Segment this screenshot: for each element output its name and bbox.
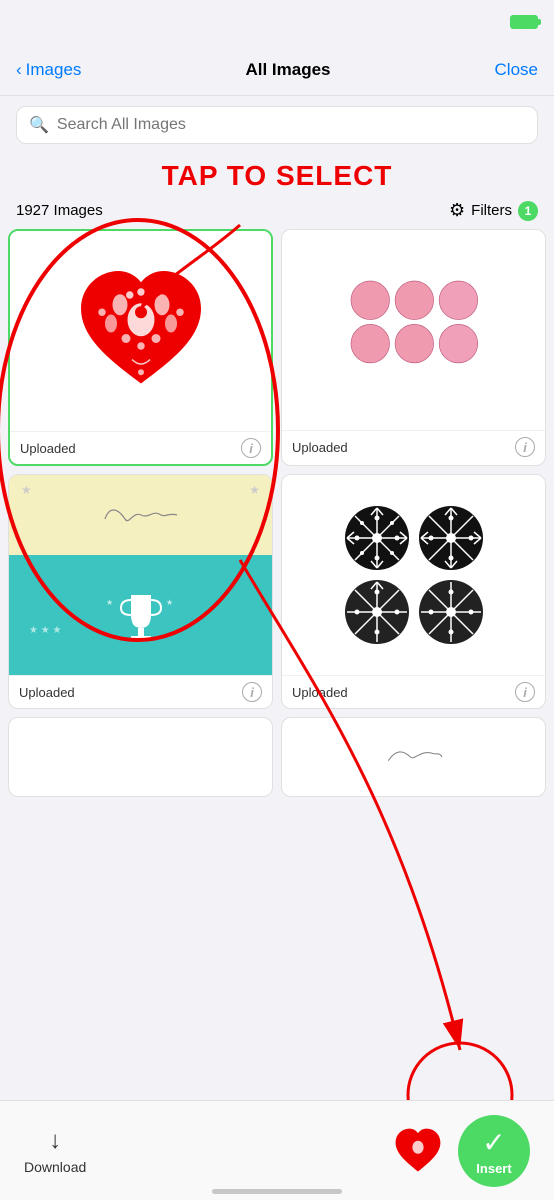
- count-row: 1927 Images ⚙ Filters 1: [0, 194, 554, 229]
- snowflake-svg-3: [342, 577, 412, 647]
- partial-card-svg: [384, 746, 444, 768]
- back-button[interactable]: ‹ Images: [16, 60, 81, 80]
- snowflake-2: [416, 503, 486, 573]
- status-bar: [0, 0, 554, 44]
- home-indicator: [212, 1189, 342, 1194]
- card-thumb-stacked: ★ ★ ★ ★ ★: [9, 475, 272, 675]
- partial-card-1[interactable]: [8, 717, 273, 797]
- pink-blob-svg: [344, 265, 484, 395]
- nav-bar: ‹ Images All Images Close: [0, 44, 554, 96]
- svg-text:★: ★: [106, 598, 113, 607]
- filters-button[interactable]: ⚙ Filters 1: [449, 200, 538, 221]
- download-label: Download: [24, 1159, 86, 1175]
- search-input[interactable]: [57, 116, 525, 134]
- back-label: Images: [26, 60, 82, 80]
- image-grid: Uploaded i: [0, 229, 554, 717]
- page-title: All Images: [245, 60, 330, 80]
- image-count: 1927 Images: [16, 202, 103, 219]
- bottom-right: ✓ Insert: [390, 1115, 530, 1187]
- card-thumb-pink-blob: [282, 230, 545, 430]
- filters-icon: ⚙: [449, 200, 465, 221]
- partial-row: [0, 717, 554, 805]
- heart-svg: [66, 256, 216, 406]
- card-label-heart: Uploaded: [20, 441, 76, 456]
- chevron-left-icon: ‹: [16, 60, 22, 80]
- search-icon: 🔍: [29, 115, 49, 135]
- info-button-stacked[interactable]: i: [242, 682, 262, 702]
- info-button-heart[interactable]: i: [241, 438, 261, 458]
- filters-label: Filters: [471, 202, 512, 219]
- checkmark-icon: ✓: [482, 1126, 505, 1159]
- card-thumb-heart: [10, 231, 271, 431]
- card-label-stacked: Uploaded: [19, 685, 75, 700]
- stacked-bottom-layer: ★ ★ ★ ★ ★: [9, 555, 272, 675]
- card-footer-snowflakes: Uploaded i: [282, 675, 545, 708]
- card-footer-stacked: Uploaded i: [9, 675, 272, 708]
- snowflake-svg-1: [342, 503, 412, 573]
- trophy-svg: ★ ★: [101, 590, 181, 640]
- image-card-pink-blob[interactable]: Uploaded i: [281, 229, 546, 466]
- card-thumb-snowflakes: [282, 475, 545, 675]
- snowflake-svg-2: [416, 503, 486, 573]
- card-footer-heart: Uploaded i: [10, 431, 271, 464]
- tap-to-select-label: TAP TO SELECT: [0, 154, 554, 194]
- svg-text:★: ★: [166, 598, 173, 607]
- snowflake-1: [342, 503, 412, 573]
- search-bar-wrap: 🔍: [0, 96, 554, 154]
- snowflake-grid: [334, 495, 494, 655]
- search-bar: 🔍: [16, 106, 538, 144]
- bottom-heart-thumbnail: [390, 1123, 446, 1179]
- image-card-snowflakes[interactable]: Uploaded i: [281, 474, 546, 709]
- bottom-bar: ↓ Download ✓ Insert: [0, 1100, 554, 1200]
- filters-badge: 1: [518, 201, 538, 221]
- download-button[interactable]: ↓ Download: [24, 1127, 86, 1175]
- card-footer-pink-blob: Uploaded i: [282, 430, 545, 463]
- snowflake-svg-4: [416, 577, 486, 647]
- info-button-pink-blob[interactable]: i: [515, 437, 535, 457]
- info-button-snowflakes[interactable]: i: [515, 682, 535, 702]
- download-icon: ↓: [49, 1127, 61, 1155]
- snowflake-4: [416, 577, 486, 647]
- insert-button[interactable]: ✓ Insert: [458, 1115, 530, 1187]
- battery-icon: [510, 15, 538, 29]
- card-label-snowflakes: Uploaded: [292, 685, 348, 700]
- partial-card-2[interactable]: [281, 717, 546, 797]
- card-label-pink-blob: Uploaded: [292, 440, 348, 455]
- insert-label: Insert: [476, 1161, 511, 1176]
- snowflake-3: [342, 577, 412, 647]
- close-button[interactable]: Close: [495, 60, 538, 80]
- stacked-layers: ★ ★ ★ ★ ★: [9, 475, 272, 675]
- signature-svg: [101, 503, 181, 527]
- stacked-top-layer: ★ ★: [9, 475, 272, 555]
- image-card-heart[interactable]: Uploaded i: [8, 229, 273, 466]
- image-card-stacked[interactable]: ★ ★ ★ ★ ★: [8, 474, 273, 709]
